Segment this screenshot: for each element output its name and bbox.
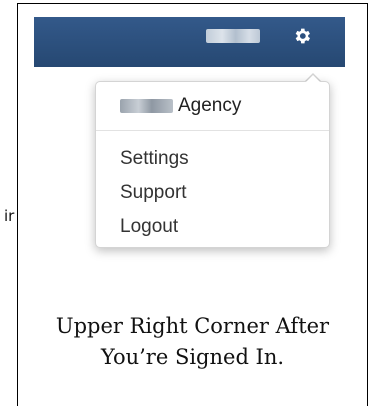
username-redacted[interactable] bbox=[206, 29, 260, 43]
clipped-text: ir bbox=[4, 207, 15, 225]
gear-icon[interactable] bbox=[292, 26, 312, 46]
account-name-redacted bbox=[120, 99, 173, 113]
menu-item-settings[interactable]: Settings bbox=[120, 142, 189, 176]
menu-list: Settings Support Logout bbox=[120, 142, 189, 244]
dropdown-caret-fill bbox=[305, 75, 321, 83]
caption-line-2: You’re Signed In. bbox=[100, 345, 285, 369]
account-name-label: Agency bbox=[178, 95, 242, 116]
menu-item-logout[interactable]: Logout bbox=[120, 210, 189, 244]
caption-line-1: Upper Right Corner After bbox=[55, 314, 330, 338]
figure-caption: Upper Right Corner After You’re Signed I… bbox=[17, 311, 368, 373]
menu-item-support[interactable]: Support bbox=[120, 176, 189, 210]
account-dropdown-menu: Agency Settings Support Logout bbox=[95, 81, 330, 248]
menu-divider bbox=[96, 130, 329, 131]
account-name-row: Agency bbox=[96, 82, 329, 130]
